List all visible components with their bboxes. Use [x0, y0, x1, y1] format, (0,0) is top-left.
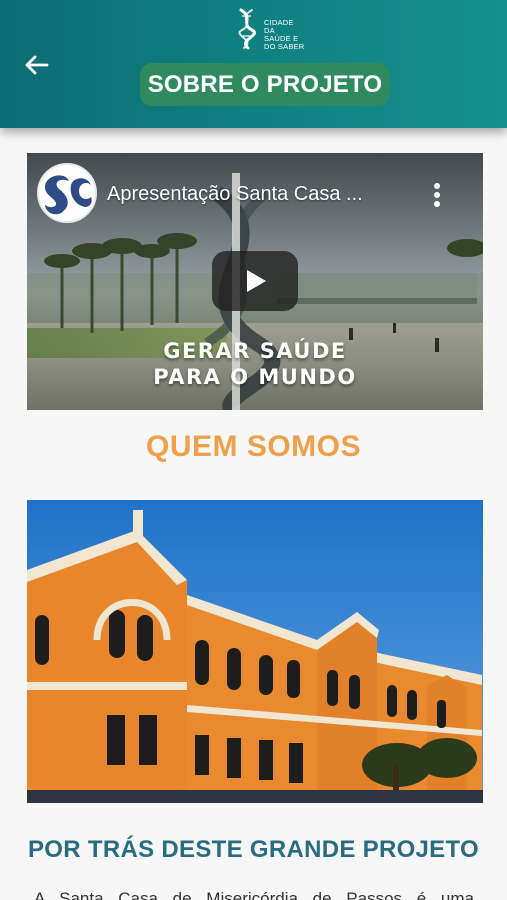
app-logo: CIDADE DA SAÚDE E DO SABER	[232, 8, 304, 51]
video-title[interactable]: Apresentação Santa Casa ...	[107, 183, 427, 206]
arrow-left-icon	[25, 55, 49, 75]
building-illustration	[27, 500, 483, 803]
overlay-line-1: GERAR SAÚDE	[163, 339, 347, 363]
video-player[interactable]: Apresentação Santa Casa ... GERAR SAÚDE …	[27, 153, 483, 410]
logo-line-3: DO SABER	[264, 42, 305, 51]
overlay-line-2: PARA O MUNDO	[153, 365, 357, 389]
more-vertical-icon	[434, 183, 440, 207]
play-button[interactable]	[212, 251, 298, 311]
santa-casa-logo-icon	[39, 165, 95, 221]
hospital-building-image	[27, 500, 483, 803]
section-heading: QUEM SOMOS	[145, 430, 361, 463]
section-subheading: POR TRÁS DESTE GRANDE PROJETO	[28, 836, 479, 863]
page-title: SOBRE O PROJETO	[140, 63, 390, 106]
video-menu-button[interactable]	[425, 181, 449, 209]
dna-helix-icon	[238, 8, 256, 50]
video-overlay-caption: GERAR SAÚDE PARA O MUNDO	[27, 338, 483, 390]
channel-avatar[interactable]	[37, 163, 97, 223]
about-paragraph: A Santa Casa de Misericórdia de Passos é…	[34, 889, 474, 900]
logo-line-1: CIDADE DA	[264, 18, 294, 35]
back-button[interactable]	[22, 50, 52, 80]
app-header: CIDADE DA SAÚDE E DO SABER SOBRE O PROJE…	[0, 0, 507, 128]
logo-wordmark: CIDADE DA SAÚDE E DO SABER	[264, 19, 306, 51]
play-icon	[247, 270, 266, 292]
